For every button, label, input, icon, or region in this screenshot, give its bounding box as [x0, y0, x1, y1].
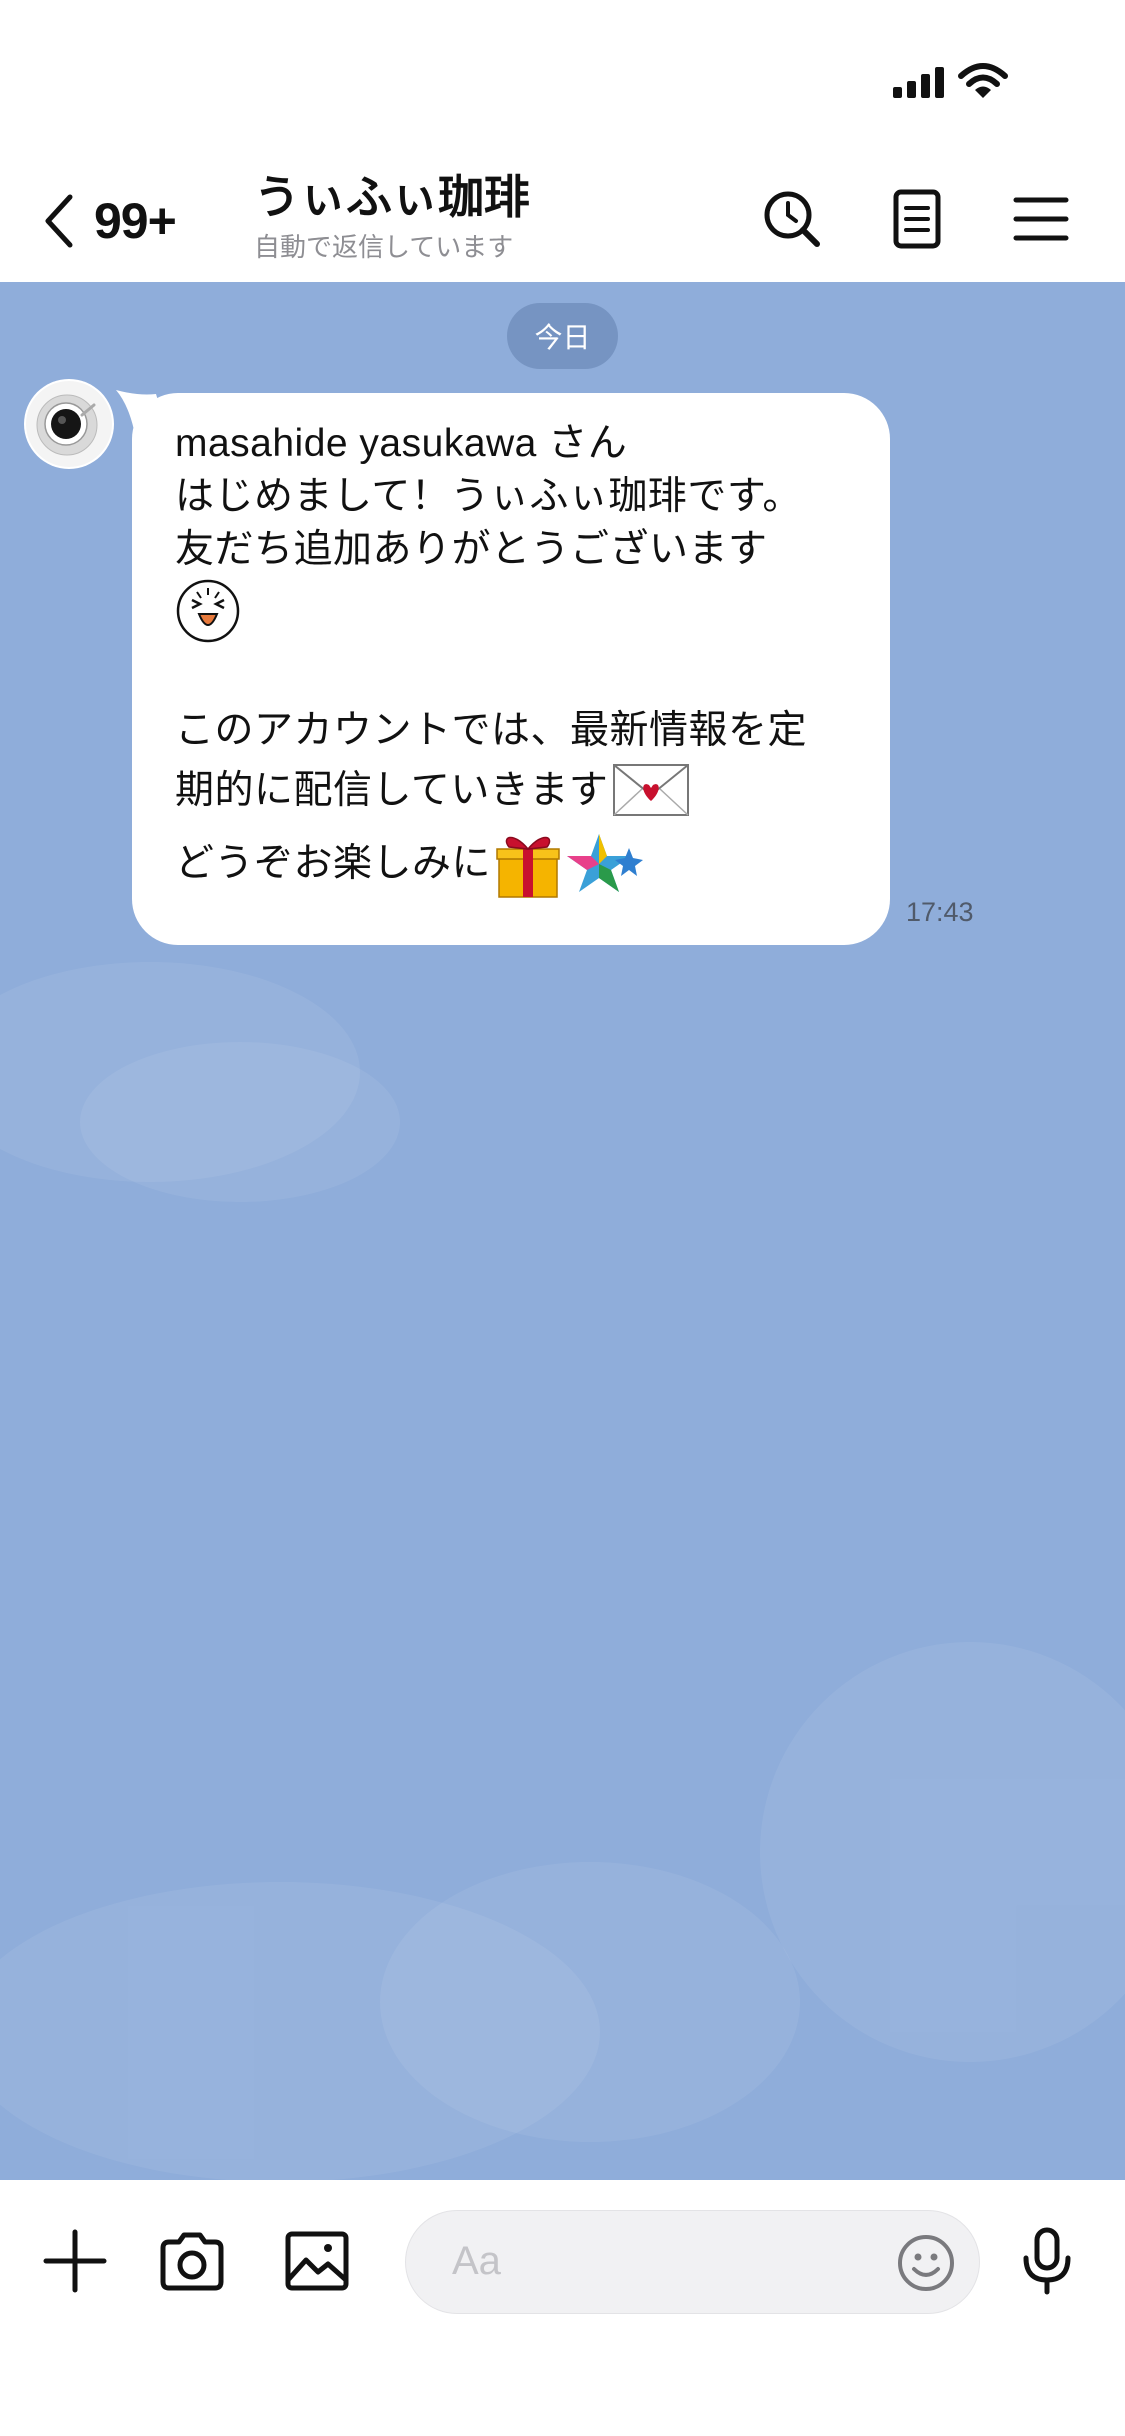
message-input-placeholder: Aa [452, 2239, 501, 2283]
back-button[interactable]: 99+ [40, 186, 177, 256]
coffee-cup-avatar-icon [26, 381, 112, 467]
message-line: このアカウントでは、最新情報を定 [175, 709, 808, 752]
message-line: 期的に配信していきます [175, 768, 609, 812]
microphone-icon[interactable] [1012, 2226, 1082, 2296]
sender-avatar[interactable] [24, 379, 114, 469]
notes-icon[interactable] [882, 184, 952, 254]
background-cloud [380, 1862, 800, 2142]
message-line-row: 期的に配信していきます [175, 757, 890, 823]
message-line: どうぞお楽しみに [175, 841, 492, 885]
message-line-row: どうぞお楽しみに [175, 823, 890, 903]
smiley-icon[interactable] [896, 2233, 956, 2293]
status-bar [0, 0, 1125, 160]
gift-emoji [496, 836, 560, 898]
message-input[interactable]: Aa [405, 2210, 980, 2314]
hamburger-menu-icon[interactable] [1006, 184, 1076, 254]
date-separator: 今日 [507, 303, 618, 369]
message-input-bar: Aa [0, 2180, 1125, 2436]
search-icon[interactable] [757, 184, 827, 254]
message-line: はじめまして！うぃふぃ珈琲です。 [175, 475, 802, 518]
message-line: masahide yasukawa さん [175, 422, 628, 465]
message-bubble[interactable]: masahide yasukawa さん はじめまして！うぃふぃ珈琲です。 友だ… [132, 393, 890, 945]
camera-icon[interactable] [157, 2226, 227, 2296]
emoji-row [175, 576, 890, 646]
chat-subtitle: 自動で返信しています [254, 232, 514, 262]
plus-icon[interactable] [40, 2226, 110, 2296]
chat-area[interactable]: 今日 masahide yasukawa さん はじめまして！うぃふぃ珈琲です。… [0, 282, 1125, 2180]
shooting-star-emoji [567, 834, 644, 892]
chat-header: 99+ うぃふぃ珈琲 自動で返信しています [0, 160, 1125, 282]
unread-count-badge: 99+ [94, 193, 177, 249]
chat-title: うぃふぃ珈琲 [254, 171, 530, 223]
love-letter-emoji [613, 764, 690, 816]
message-line: 友だち追加ありがとうございます [175, 528, 768, 571]
background-cloud [760, 1642, 1125, 2062]
laughing-face-emoji [176, 579, 240, 643]
image-icon[interactable] [282, 2226, 352, 2296]
message-timestamp: 17:43 [906, 897, 974, 927]
background-cloud [80, 1042, 400, 1202]
chevron-left-icon [45, 194, 73, 248]
chat-title-block[interactable]: うぃふぃ珈琲 自動で返信しています [254, 164, 530, 264]
cellular-signal-icon [893, 66, 945, 98]
wifi-icon [958, 63, 1008, 98]
